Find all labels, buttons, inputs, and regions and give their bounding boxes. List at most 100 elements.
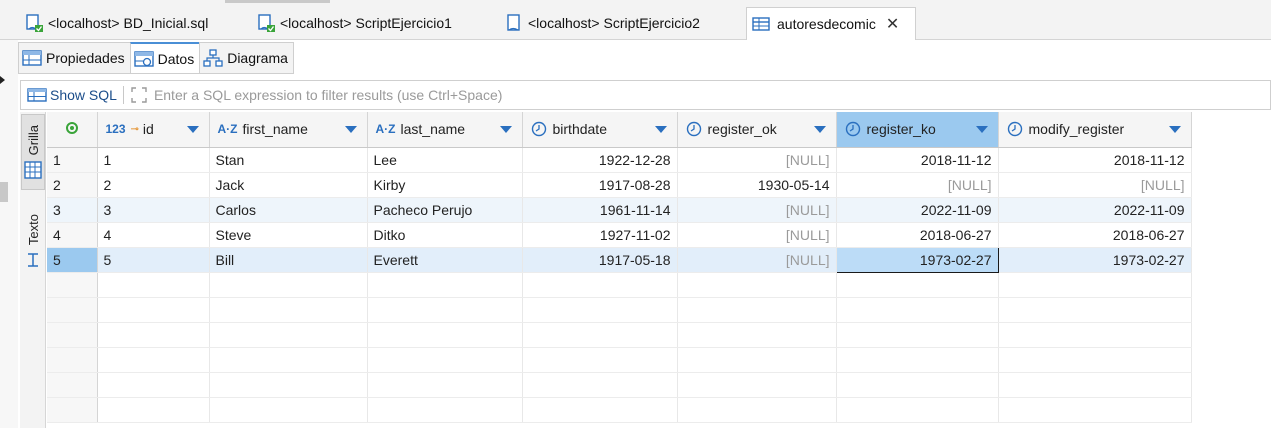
cell-id[interactable]: 2 bbox=[97, 172, 210, 198]
tab-script-ejercicio2[interactable]: <localhost> ScriptEjercicio2 bbox=[504, 7, 700, 39]
empty-row bbox=[47, 347, 1192, 373]
diagram-icon bbox=[203, 49, 223, 67]
tab-script-ejercicio1[interactable]: <localhost> ScriptEjercicio1 bbox=[256, 7, 452, 39]
cell-birthdate[interactable]: 1922-12-28 bbox=[522, 147, 678, 173]
sort-dropdown-icon[interactable] bbox=[186, 126, 199, 133]
close-icon[interactable]: ✕ bbox=[886, 14, 899, 34]
tab-propiedades[interactable]: Propiedades bbox=[18, 42, 130, 74]
cell-first-name[interactable]: Carlos bbox=[209, 197, 368, 223]
cell-id[interactable]: 5 bbox=[97, 247, 210, 273]
cell-register-ko[interactable]: [NULL] bbox=[836, 172, 999, 198]
column-header-id[interactable]: 123 ⊸ id bbox=[97, 112, 210, 148]
sort-dropdown-icon[interactable] bbox=[344, 126, 357, 133]
cell-register-ok[interactable]: [NULL] bbox=[677, 147, 837, 173]
sort-dropdown-icon[interactable] bbox=[1168, 126, 1181, 133]
empty-cell bbox=[677, 372, 837, 398]
cell-id[interactable]: 3 bbox=[97, 197, 210, 223]
cell-first-name[interactable]: Steve bbox=[209, 222, 368, 248]
cell-modify-register[interactable]: 2022-11-09 bbox=[998, 197, 1192, 223]
cell-birthdate[interactable]: 1961-11-14 bbox=[522, 197, 678, 223]
tab-datos[interactable]: Datos bbox=[129, 42, 200, 74]
cell-first-name[interactable]: Bill bbox=[209, 247, 368, 273]
show-sql-button[interactable]: Show SQL bbox=[21, 87, 117, 103]
filter-input[interactable] bbox=[153, 87, 1054, 103]
cell-register-ok[interactable]: [NULL] bbox=[677, 222, 837, 248]
cell-id[interactable]: 1 bbox=[97, 147, 210, 173]
cell-modify-register[interactable]: 2018-06-27 bbox=[998, 222, 1192, 248]
column-header-birthdate[interactable]: birthdate bbox=[522, 112, 678, 148]
cell-id[interactable]: 4 bbox=[97, 222, 210, 248]
cell-last-name[interactable]: Kirby bbox=[367, 172, 523, 198]
row-number[interactable]: 5 bbox=[47, 247, 98, 273]
clock-icon bbox=[845, 122, 860, 137]
cell-last-name[interactable]: Lee bbox=[367, 147, 523, 173]
column-header-register-ko[interactable]: register_ko bbox=[836, 112, 999, 148]
column-header-register-ok[interactable]: register_ok bbox=[677, 112, 837, 148]
cell-register-ok[interactable]: [NULL] bbox=[677, 247, 837, 273]
cell-last-name[interactable]: Pacheco Perujo bbox=[367, 197, 523, 223]
sort-dropdown-icon[interactable] bbox=[813, 126, 826, 133]
empty-cell bbox=[97, 347, 210, 373]
cell-register-ko[interactable]: 2018-06-27 bbox=[836, 222, 999, 248]
empty-cell bbox=[97, 397, 210, 423]
tab-label: autoresdecomic bbox=[777, 16, 876, 32]
cell-last-name[interactable]: Everett bbox=[367, 247, 523, 273]
column-header-first-name[interactable]: A·Z first_name bbox=[209, 112, 368, 148]
data-table: 123 ⊸ id A·Z first_name A·Z last_name birthd… bbox=[47, 112, 1192, 423]
row-header-corner[interactable] bbox=[47, 112, 98, 148]
cell-birthdate[interactable]: 1917-05-18 bbox=[522, 247, 678, 273]
record-icon bbox=[65, 122, 78, 135]
sort-dropdown-icon[interactable] bbox=[499, 126, 512, 133]
text-type-icon: A·Z bbox=[375, 122, 396, 137]
cell-modify-register[interactable]: 2018-11-12 bbox=[998, 147, 1192, 173]
cell-first-name[interactable]: Stan bbox=[209, 147, 368, 173]
cell-modify-register[interactable]: 1973-02-27 bbox=[998, 247, 1192, 273]
empty-cell bbox=[209, 372, 368, 398]
empty-cell bbox=[367, 347, 523, 373]
cell-birthdate[interactable]: 1927-11-02 bbox=[522, 222, 678, 248]
table-row: 1 1 Stan Lee 1922-12-28 [NULL] 2018-11-1… bbox=[47, 147, 1192, 173]
tab-diagrama[interactable]: Diagrama bbox=[199, 42, 294, 74]
cell-modify-register[interactable]: [NULL] bbox=[998, 172, 1192, 198]
grid-view-tab[interactable]: Grilla bbox=[21, 114, 45, 190]
row-number-empty bbox=[47, 347, 98, 373]
tab-label: Datos bbox=[157, 50, 195, 67]
row-number-empty bbox=[47, 322, 98, 348]
expand-icon[interactable] bbox=[130, 86, 148, 104]
row-number[interactable]: 3 bbox=[47, 197, 98, 223]
cell-register-ok[interactable]: 1930-05-14 bbox=[677, 172, 837, 198]
tab-autoresdecomic[interactable]: autoresdecomic ✕ bbox=[746, 7, 916, 40]
cell-birthdate[interactable]: 1917-08-28 bbox=[522, 172, 678, 198]
expand-arrow-icon[interactable] bbox=[0, 76, 5, 84]
cell-last-name[interactable]: Ditko bbox=[367, 222, 523, 248]
row-number[interactable]: 4 bbox=[47, 222, 98, 248]
cell-first-name[interactable]: Jack bbox=[209, 172, 368, 198]
sort-dropdown-icon[interactable] bbox=[975, 126, 988, 133]
cell-register-ko[interactable]: 2022-11-09 bbox=[836, 197, 999, 223]
table-row: 2 2 Jack Kirby 1917-08-28 1930-05-14 [NU… bbox=[47, 172, 1192, 198]
column-header-modify-register[interactable]: modify_register bbox=[998, 112, 1192, 148]
empty-cell bbox=[367, 322, 523, 348]
text-view-tab[interactable]: Texto bbox=[21, 196, 45, 286]
tab-bd-inicial[interactable]: <localhost> BD_Inicial.sql bbox=[24, 7, 208, 39]
empty-cell bbox=[677, 347, 837, 373]
cell-register-ko[interactable]: 2018-11-12 bbox=[836, 147, 999, 173]
empty-cell bbox=[97, 372, 210, 398]
row-number[interactable]: 2 bbox=[47, 172, 98, 198]
view-mode-panel: Grilla Texto bbox=[20, 112, 46, 428]
empty-cell bbox=[209, 347, 368, 373]
cell-register-ko-selected[interactable]: 1973-02-27 bbox=[835, 246, 999, 273]
cell-register-ok[interactable]: [NULL] bbox=[677, 197, 837, 223]
table-icon bbox=[752, 17, 770, 31]
empty-cell bbox=[522, 347, 678, 373]
column-name: modify_register bbox=[1028, 121, 1125, 138]
clock-icon bbox=[531, 122, 546, 137]
empty-cell bbox=[522, 322, 678, 348]
empty-cell bbox=[522, 397, 678, 423]
empty-cell bbox=[522, 372, 678, 398]
sort-dropdown-icon[interactable] bbox=[654, 126, 667, 133]
table-icon bbox=[27, 88, 47, 102]
grid-icon bbox=[24, 161, 42, 179]
column-header-last-name[interactable]: A·Z last_name bbox=[367, 112, 523, 148]
row-number[interactable]: 1 bbox=[47, 147, 98, 173]
